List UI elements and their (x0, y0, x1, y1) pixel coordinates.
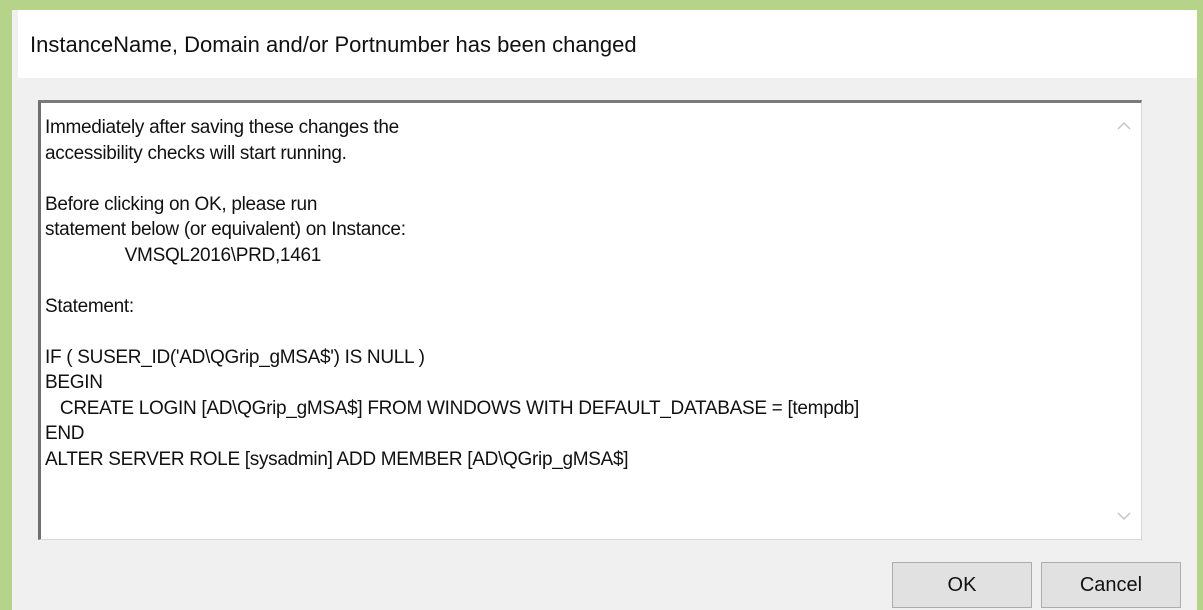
message-textbox[interactable]: Immediately after saving these changes t… (38, 100, 1142, 540)
chevron-up-icon[interactable] (1107, 109, 1141, 143)
chevron-down-icon[interactable] (1107, 499, 1141, 533)
cancel-button[interactable]: Cancel (1041, 562, 1181, 608)
dialog-window: InstanceName, Domain and/or Portnumber h… (12, 10, 1197, 610)
message-text: Immediately after saving these changes t… (45, 117, 859, 470)
vertical-scrollbar[interactable] (1107, 103, 1141, 539)
ok-button[interactable]: OK (892, 562, 1032, 608)
dialog-titlebar[interactable]: InstanceName, Domain and/or Portnumber h… (18, 10, 1197, 78)
dialog-title: InstanceName, Domain and/or Portnumber h… (30, 32, 637, 57)
